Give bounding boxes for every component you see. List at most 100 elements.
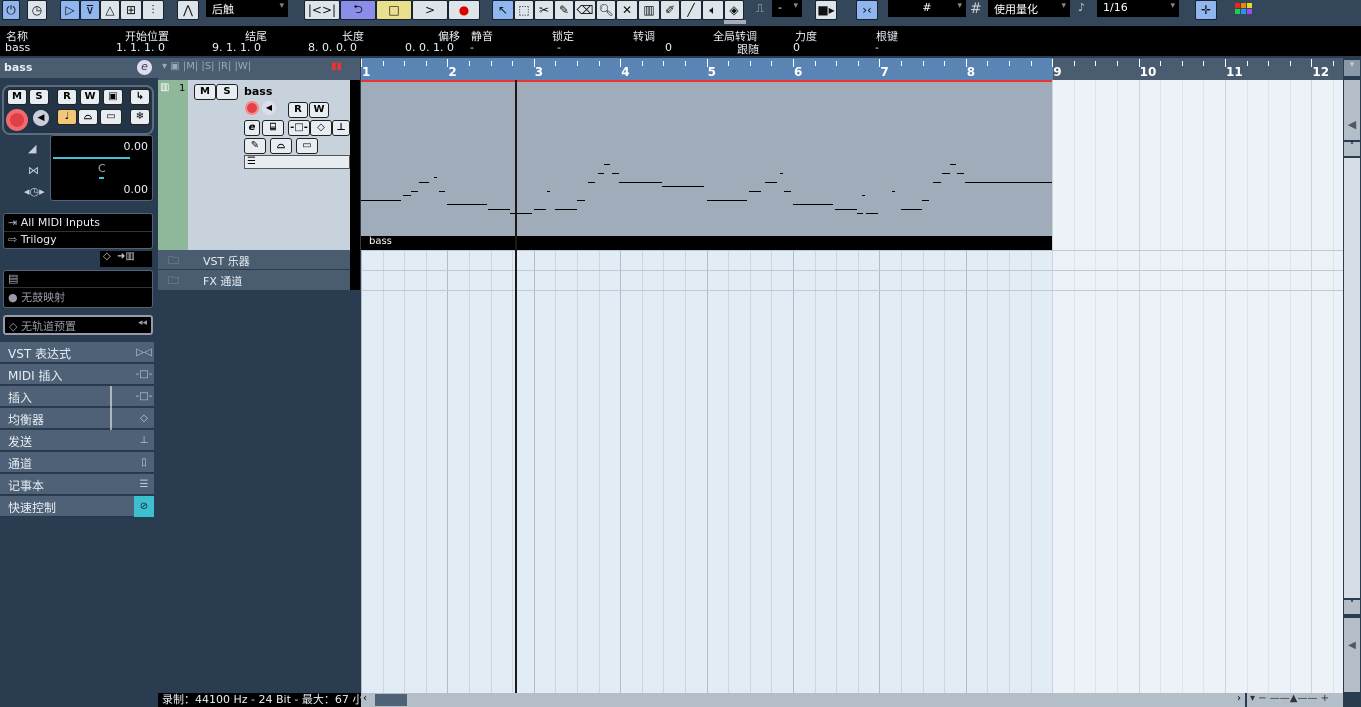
midi-note[interactable] xyxy=(555,208,577,210)
track-send-bypass-button[interactable]: ⊥ xyxy=(332,120,350,136)
track-draw-button[interactable]: ✎ xyxy=(244,138,266,154)
track-write-button[interactable]: W xyxy=(309,102,329,118)
value-name[interactable]: bass xyxy=(5,41,30,54)
snap-dropdown[interactable]: - xyxy=(772,0,802,17)
solo-button[interactable]: S xyxy=(29,89,49,105)
midi-note[interactable] xyxy=(964,181,1053,183)
midi-note[interactable] xyxy=(662,186,705,187)
track-bypass-button[interactable]: ⌸ xyxy=(262,120,284,136)
track-fx-channels[interactable]: 🗀︎ FX 通道 xyxy=(158,270,350,290)
grid-dropdown[interactable]: # xyxy=(888,0,966,17)
section-sends[interactable]: 发送 ⊥ xyxy=(0,430,154,451)
split-tool-icon[interactable]: ✂ xyxy=(534,0,554,20)
power-icon[interactable]: ⏻ xyxy=(2,0,20,20)
value-end[interactable]: 9. 1. 1. 0 xyxy=(212,41,261,54)
playhead-cursor[interactable] xyxy=(514,80,517,693)
midi-note[interactable] xyxy=(533,208,546,210)
track-name[interactable]: bass xyxy=(244,85,272,98)
erase-tool-icon[interactable]: ⌫ xyxy=(574,0,596,20)
show-infoline-icon[interactable]: ⊽ xyxy=(80,0,100,20)
read-button[interactable]: R xyxy=(57,89,77,105)
edit-button[interactable]: ▣ xyxy=(103,89,123,105)
play-button[interactable]: > xyxy=(412,0,448,20)
track-lock-button[interactable]: ⌓ xyxy=(270,138,292,154)
track-bass[interactable]: M S bass ◀ R W e ⌸ -□- ◇ ⊥ ✎ ⌓ ▭ ☰ xyxy=(188,80,350,250)
track-drum-map-field[interactable]: ☰ xyxy=(244,155,350,169)
midi-note[interactable] xyxy=(587,181,596,183)
record-enable-button[interactable] xyxy=(6,109,28,131)
section-inserts[interactable]: 插入 -□- xyxy=(0,386,154,407)
snap-to-zero-icon[interactable]: ›‹ xyxy=(856,0,878,20)
midi-part[interactable]: bass xyxy=(361,80,1053,250)
freeze-button[interactable]: ❄ xyxy=(130,109,150,125)
mute-button[interactable]: M xyxy=(7,89,27,105)
vertical-zoom-slider[interactable]: ◀ xyxy=(1344,618,1360,692)
midi-note[interactable] xyxy=(410,190,419,192)
scroll-up-icon[interactable]: ˄ xyxy=(1344,142,1360,156)
track-read-button[interactable]: R xyxy=(288,102,308,118)
arrangement-area[interactable]: bass xyxy=(361,80,1343,693)
horizontal-scrollbar[interactable]: ‹ › xyxy=(361,693,1245,707)
track-record-button[interactable] xyxy=(245,101,259,115)
midi-note[interactable] xyxy=(706,199,747,201)
midi-note[interactable] xyxy=(856,213,864,214)
midi-device-buttons[interactable]: ◇ ➜▥ xyxy=(100,251,152,267)
section-vst-expression[interactable]: VST 表达式 ▷◁ xyxy=(0,342,154,363)
scroll-left-icon[interactable]: ‹ xyxy=(363,693,367,704)
mute-tool-icon[interactable]: ✕ xyxy=(616,0,638,20)
track-monitor-button[interactable]: ◀ xyxy=(262,101,276,115)
color-tool-icon[interactable]: ◈ xyxy=(724,0,744,20)
midi-note[interactable] xyxy=(949,163,957,165)
draw-tool-icon[interactable]: ✐ xyxy=(660,0,680,20)
track-height-slider[interactable]: ◀ xyxy=(1344,80,1360,140)
volume-value[interactable]: 0.00 xyxy=(124,140,149,153)
midi-note[interactable] xyxy=(901,208,922,210)
track-mute-button[interactable]: M xyxy=(194,84,216,100)
show-pool-icon[interactable]: ⊞ xyxy=(120,0,142,20)
stop-button[interactable]: □ xyxy=(376,0,412,20)
section-eq[interactable]: 均衡器 ◇ xyxy=(0,408,154,429)
scroll-right-icon[interactable]: › xyxy=(1237,693,1241,704)
output-routing[interactable]: ⇨ Trilogy xyxy=(4,232,152,247)
midi-note[interactable] xyxy=(577,199,585,201)
track-preset-selector[interactable]: ◇ 无轨道预置 ◂◂ xyxy=(3,315,153,335)
value-transpose[interactable]: 0 xyxy=(665,41,672,54)
vertical-scroll-track[interactable] xyxy=(1344,158,1360,598)
midi-note[interactable] xyxy=(933,181,941,183)
volume-slider[interactable] xyxy=(53,157,130,159)
value-lock[interactable]: - xyxy=(557,41,561,54)
pan-value[interactable]: C xyxy=(98,162,106,175)
toolbar-handle[interactable] xyxy=(724,20,746,24)
cycle-button[interactable]: ⮌ xyxy=(340,0,376,20)
cursor-crosshair-icon[interactable]: ✛ xyxy=(1195,0,1217,20)
nudge-icon[interactable]: ■▸ xyxy=(815,0,837,20)
lanes-button[interactable]: ↳ xyxy=(130,89,150,105)
lane-display-button[interactable]: ▭ xyxy=(100,109,122,125)
value-mute[interactable]: - xyxy=(470,41,474,54)
midi-note[interactable] xyxy=(942,172,950,174)
value-offset[interactable]: 0. 0. 1. 0 xyxy=(405,41,454,54)
midi-note[interactable] xyxy=(793,204,833,205)
midi-note[interactable] xyxy=(866,213,879,214)
midi-note[interactable] xyxy=(892,190,896,192)
track-solo-button[interactable]: S xyxy=(216,84,238,100)
constrain-delay-icon[interactable]: ◷ xyxy=(27,0,47,20)
midi-note[interactable] xyxy=(546,190,550,192)
write-button[interactable]: W xyxy=(80,89,100,105)
monitor-button[interactable]: ◀ xyxy=(33,110,49,126)
section-midi-inserts[interactable]: MIDI 插入 -□- xyxy=(0,364,154,385)
midi-note[interactable] xyxy=(597,172,604,174)
track-insert-bypass-button[interactable]: -□- xyxy=(288,120,310,136)
scroll-down-icon[interactable]: ˅ xyxy=(1344,600,1360,614)
midi-note[interactable] xyxy=(419,181,430,183)
value-root-key[interactable]: - xyxy=(875,41,879,54)
line-tool-icon[interactable]: ╱ xyxy=(680,0,702,20)
quantize-dropdown[interactable]: 1/16 xyxy=(1097,0,1179,17)
track-eq-bypass-button[interactable]: ◇ xyxy=(310,120,332,136)
edit-instrument-icon[interactable]: e xyxy=(137,60,152,75)
midi-note[interactable] xyxy=(510,213,532,214)
track-edit-button[interactable]: e xyxy=(244,120,260,136)
input-routing[interactable]: ⇥ All MIDI Inputs xyxy=(4,214,152,232)
show-inspector-icon[interactable]: ▷ xyxy=(60,0,80,20)
inspector-header[interactable]: bass e xyxy=(0,58,158,78)
